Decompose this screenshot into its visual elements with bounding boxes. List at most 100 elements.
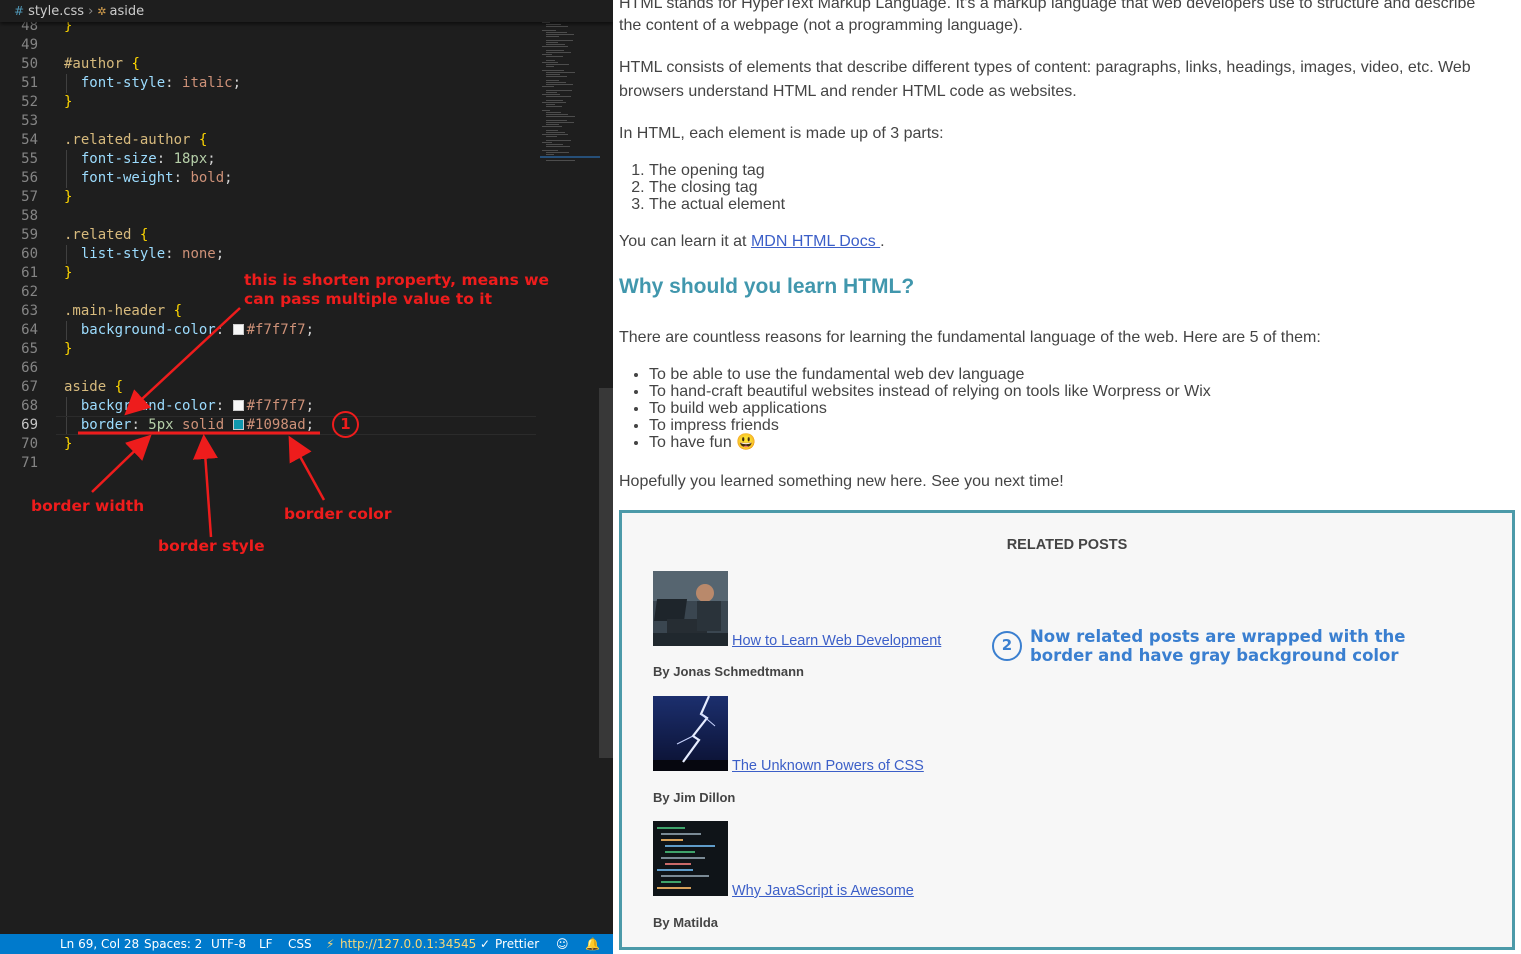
code-line[interactable]: 57} xyxy=(0,188,540,207)
minimap-line xyxy=(546,42,558,43)
code-line[interactable]: 67 aside { xyxy=(0,378,540,397)
prettier-status[interactable]: Prettier xyxy=(495,934,539,954)
minimap-line xyxy=(546,120,567,121)
code-text[interactable]: background-color: #f7f7f7; xyxy=(64,321,314,340)
code-line[interactable]: 62 xyxy=(0,283,540,302)
code-text[interactable]: } xyxy=(64,188,72,207)
mdn-docs-link[interactable]: MDN HTML Docs xyxy=(751,233,880,250)
indent-guide xyxy=(66,416,67,435)
minimap-line xyxy=(546,26,568,27)
breadcrumb-file[interactable]: style.css xyxy=(28,4,84,19)
code-text[interactable]: .main-header { xyxy=(64,302,182,321)
reasons-paragraph: There are countless reasons for learning… xyxy=(619,329,1321,346)
minimap-line xyxy=(546,76,567,77)
code-text[interactable]: list-style: none; xyxy=(64,245,224,264)
learn-suffix: . xyxy=(880,233,885,250)
minimap-line xyxy=(542,30,556,31)
minimap-line xyxy=(542,62,558,63)
section-heading: Why should you learn HTML? xyxy=(619,275,915,298)
code-text[interactable]: .related-author { xyxy=(64,131,207,150)
minimap-line xyxy=(546,106,562,107)
list-item: To hand-craft beautiful websites instead… xyxy=(649,383,1211,400)
minimap-line xyxy=(546,146,570,147)
code-text[interactable]: aside { xyxy=(64,378,123,397)
minimap[interactable] xyxy=(540,22,600,172)
code-line[interactable]: 59 .related { xyxy=(0,226,540,245)
line-number: 54 xyxy=(21,132,38,148)
code-line[interactable]: 50 #author { xyxy=(0,55,540,74)
minimap-line xyxy=(546,112,561,113)
code-text[interactable]: } xyxy=(64,340,72,359)
code-lines[interactable]: 48} 49 50 #author {51 font-style: italic; 52… xyxy=(0,17,540,473)
feedback-icon[interactable]: ☺ xyxy=(556,934,569,954)
code-line[interactable]: 61} xyxy=(0,264,540,283)
code-text[interactable]: font-weight: bold; xyxy=(64,169,233,188)
code-line[interactable]: 49 xyxy=(0,36,540,55)
code-text[interactable]: } xyxy=(64,435,72,454)
breadcrumb-symbol[interactable]: aside xyxy=(109,4,144,19)
minimap-line xyxy=(546,92,557,93)
minimap-line xyxy=(546,114,568,115)
code-line[interactable]: 60 list-style: none; xyxy=(0,245,540,264)
encoding[interactable]: UTF-8 xyxy=(211,934,246,954)
elements-paragraph-line1: HTML consists of elements that describe … xyxy=(619,59,1471,76)
code-text[interactable]: } xyxy=(64,93,72,112)
code-editor[interactable]: # style.css › ✲ aside 48} 49 50 #author {51 fon… xyxy=(0,0,613,934)
border-width-label: border width xyxy=(31,497,145,515)
code-line[interactable]: 56 font-weight: bold; xyxy=(0,169,540,188)
minimap-line xyxy=(546,96,571,97)
code-line[interactable]: 58 xyxy=(0,207,540,226)
code-line[interactable]: 71 xyxy=(0,454,540,473)
minimap-line xyxy=(546,66,554,67)
code-line[interactable]: 54 .related-author { xyxy=(0,131,540,150)
code-line[interactable]: 66 xyxy=(0,359,540,378)
language-mode[interactable]: CSS xyxy=(288,934,312,954)
list-item: To have fun 😃 xyxy=(649,434,1211,451)
code-line[interactable]: 68 background-color: #f7f7f7; xyxy=(0,397,540,416)
code-line[interactable]: 53 xyxy=(0,112,540,131)
minimap-line xyxy=(542,126,562,127)
minimap-line xyxy=(542,22,550,23)
code-line[interactable]: 51 font-style: italic; xyxy=(0,74,540,93)
code-line[interactable]: 64 background-color: #f7f7f7; xyxy=(0,321,540,340)
line-number: 67 xyxy=(21,379,38,395)
minimap-line xyxy=(546,32,567,33)
code-text[interactable]: #author { xyxy=(64,55,140,74)
minimap-line xyxy=(546,34,574,35)
code-text[interactable]: .related { xyxy=(64,226,148,245)
line-ending[interactable]: LF xyxy=(259,934,273,954)
code-text[interactable]: font-style: italic; xyxy=(64,74,241,93)
live-server-url[interactable]: http://127.0.0.1:34545 xyxy=(340,934,476,954)
code-line[interactable]: 63 .main-header { xyxy=(0,302,540,321)
indentation[interactable]: Spaces: 2 xyxy=(144,934,202,954)
minimap-line xyxy=(542,94,560,95)
minimap-line xyxy=(542,70,564,71)
post-thumbnail-lightning[interactable] xyxy=(653,695,728,771)
code-line[interactable]: 55 font-size: 18px; xyxy=(0,150,540,169)
bell-icon[interactable]: 🔔 xyxy=(585,934,600,954)
editor-scrollbar[interactable] xyxy=(599,388,613,758)
code-text[interactable]: } xyxy=(64,264,72,283)
post-link-web-development[interactable]: How to Learn Web Development xyxy=(732,633,941,649)
code-line[interactable]: 65} xyxy=(0,340,540,359)
minimap-viewport[interactable] xyxy=(540,156,600,158)
code-line[interactable]: 52} xyxy=(0,93,540,112)
cursor-position[interactable]: Ln 69, Col 28 xyxy=(60,934,139,954)
browser-preview[interactable]: HTML stands for HyperText Markup Languag… xyxy=(613,0,1521,954)
post-thumbnail-laptop[interactable] xyxy=(653,571,728,646)
code-text[interactable]: border: 5px solid #1098ad; xyxy=(64,416,314,435)
minimap-line xyxy=(546,140,571,141)
post-thumbnail-code[interactable] xyxy=(653,821,728,896)
related-posts-aside: RELATED POSTS How to Learn Web Developme… xyxy=(619,510,1515,950)
minimap-line xyxy=(546,82,566,83)
code-line[interactable]: 70} xyxy=(0,435,540,454)
post-link-javascript[interactable]: Why JavaScript is Awesome xyxy=(732,883,914,899)
code-text[interactable]: background-color: #f7f7f7; xyxy=(64,397,314,416)
code-line[interactable]: 69 border: 5px solid #1098ad; xyxy=(0,416,540,435)
minimap-line xyxy=(546,160,575,161)
code-text[interactable]: font-size: 18px; xyxy=(64,150,216,169)
post-author: By Jonas Schmedtmann xyxy=(653,664,804,679)
minimap-line xyxy=(546,72,575,73)
line-number: 51 xyxy=(21,75,38,91)
post-link-css[interactable]: The Unknown Powers of CSS xyxy=(732,758,924,774)
